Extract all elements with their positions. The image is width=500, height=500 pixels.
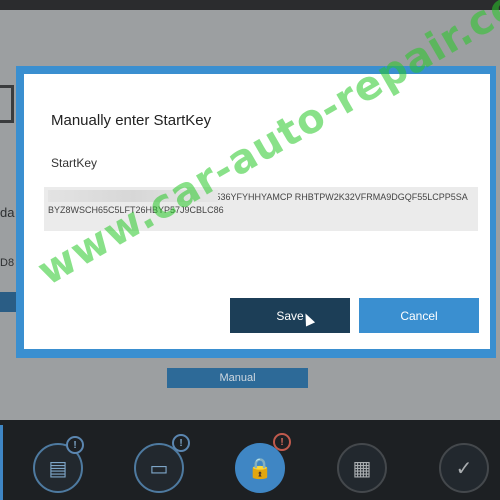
toolbar-confirm-button[interactable]: ✓ <box>439 443 489 493</box>
documents-alert-badge: ! <box>66 436 84 454</box>
lock-alert-badge: ! <box>273 433 291 451</box>
car-icon: ▦ <box>352 457 372 480</box>
checkmark-icon: ✓ <box>455 457 473 480</box>
background-label-partial: da <box>0 205 15 220</box>
toolbar-selection-indicator <box>0 425 3 500</box>
cancel-button[interactable]: Cancel <box>359 298 479 333</box>
lock-icon: 🔒 <box>247 457 273 480</box>
startkey-dialog: Manually enter StartKey StartKey GFNNFZ4… <box>24 74 490 349</box>
toolbar-lock-button[interactable]: 🔒 <box>235 443 285 493</box>
toolbar-car-button[interactable]: ▦ <box>337 443 387 493</box>
documents-icon: ▤ <box>48 457 68 480</box>
background-value-partial: D8 <box>0 257 15 269</box>
startkey-label: StartKey <box>51 156 98 170</box>
background-bar <box>0 292 16 312</box>
document-icon <box>0 85 14 123</box>
dialog-title: Manually enter StartKey <box>51 112 212 129</box>
save-button[interactable]: Save <box>230 298 350 333</box>
manual-button[interactable]: Manual <box>167 368 308 388</box>
device-icon: ▭ <box>149 457 169 480</box>
top-bar <box>0 0 500 10</box>
device-alert-badge: ! <box>172 434 190 452</box>
